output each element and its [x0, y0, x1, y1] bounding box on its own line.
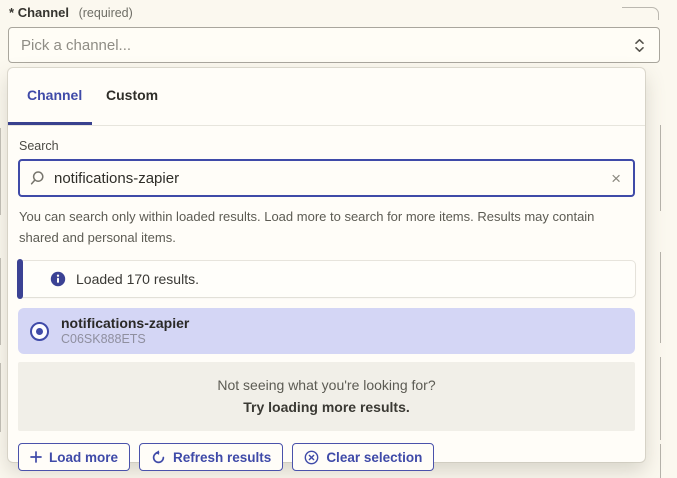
background-field-edge — [660, 444, 661, 478]
refresh-results-label: Refresh results — [173, 450, 271, 465]
chevron-up-down-icon — [632, 37, 647, 54]
background-field-edge — [660, 125, 661, 211]
background-field-edge — [0, 363, 1, 432]
picker-tabs: Channel Custom — [8, 68, 645, 126]
refresh-icon — [151, 450, 166, 465]
background-field-edge — [0, 128, 1, 215]
picker-actions: Load more Refresh results — [18, 443, 635, 471]
search-input-wrapper: × — [18, 159, 635, 197]
load-more-label: Load more — [49, 450, 118, 465]
background-field-edge — [0, 258, 1, 345]
x-circle-icon — [304, 450, 319, 465]
info-icon — [50, 271, 66, 287]
channel-select[interactable]: Pick a channel... — [8, 27, 660, 63]
tab-custom[interactable]: Custom — [92, 68, 172, 125]
picker-body: Search × You can search only within load… — [8, 139, 645, 471]
background-field-corner — [622, 7, 659, 20]
refresh-results-button[interactable]: Refresh results — [139, 443, 283, 471]
field-label-text: Channel — [18, 5, 69, 20]
tab-channel[interactable]: Channel — [8, 68, 92, 125]
result-subtitle: C06SK888ETS — [61, 332, 189, 347]
channel-picker-dropdown: Channel Custom Search × You can search o… — [8, 68, 645, 462]
clear-search-icon[interactable]: × — [609, 170, 623, 187]
plus-icon — [30, 451, 42, 463]
info-banner-accent-bar — [17, 259, 23, 299]
info-banner: Loaded 170 results. — [18, 261, 635, 297]
result-title: notifications-zapier — [61, 315, 189, 332]
load-more-hint: Not seeing what you're looking for? Try … — [18, 362, 635, 431]
required-note: (required) — [79, 6, 133, 20]
load-more-button[interactable]: Load more — [18, 443, 130, 471]
channel-field-label: * Channel (required) — [9, 5, 133, 20]
info-banner-text: Loaded 170 results. — [76, 271, 199, 287]
load-more-hint-line2: Try loading more results. — [18, 396, 635, 418]
result-texts: notifications-zapier C06SK888ETS — [61, 315, 189, 347]
load-more-hint-line1: Not seeing what you're looking for? — [18, 374, 635, 396]
select-placeholder: Pick a channel... — [21, 37, 131, 54]
required-marker: * — [9, 5, 14, 20]
clear-selection-button[interactable]: Clear selection — [292, 443, 434, 471]
magnifier-icon — [30, 170, 45, 186]
search-help-text: You can search only within loaded result… — [19, 206, 619, 248]
background-field-edge — [660, 252, 661, 343]
radio-selected-icon — [30, 322, 49, 341]
search-label: Search — [19, 139, 635, 153]
clear-selection-label: Clear selection — [326, 450, 422, 465]
search-input[interactable] — [45, 170, 609, 187]
result-option-selected[interactable]: notifications-zapier C06SK888ETS — [18, 308, 635, 354]
background-field-edge — [660, 357, 661, 440]
